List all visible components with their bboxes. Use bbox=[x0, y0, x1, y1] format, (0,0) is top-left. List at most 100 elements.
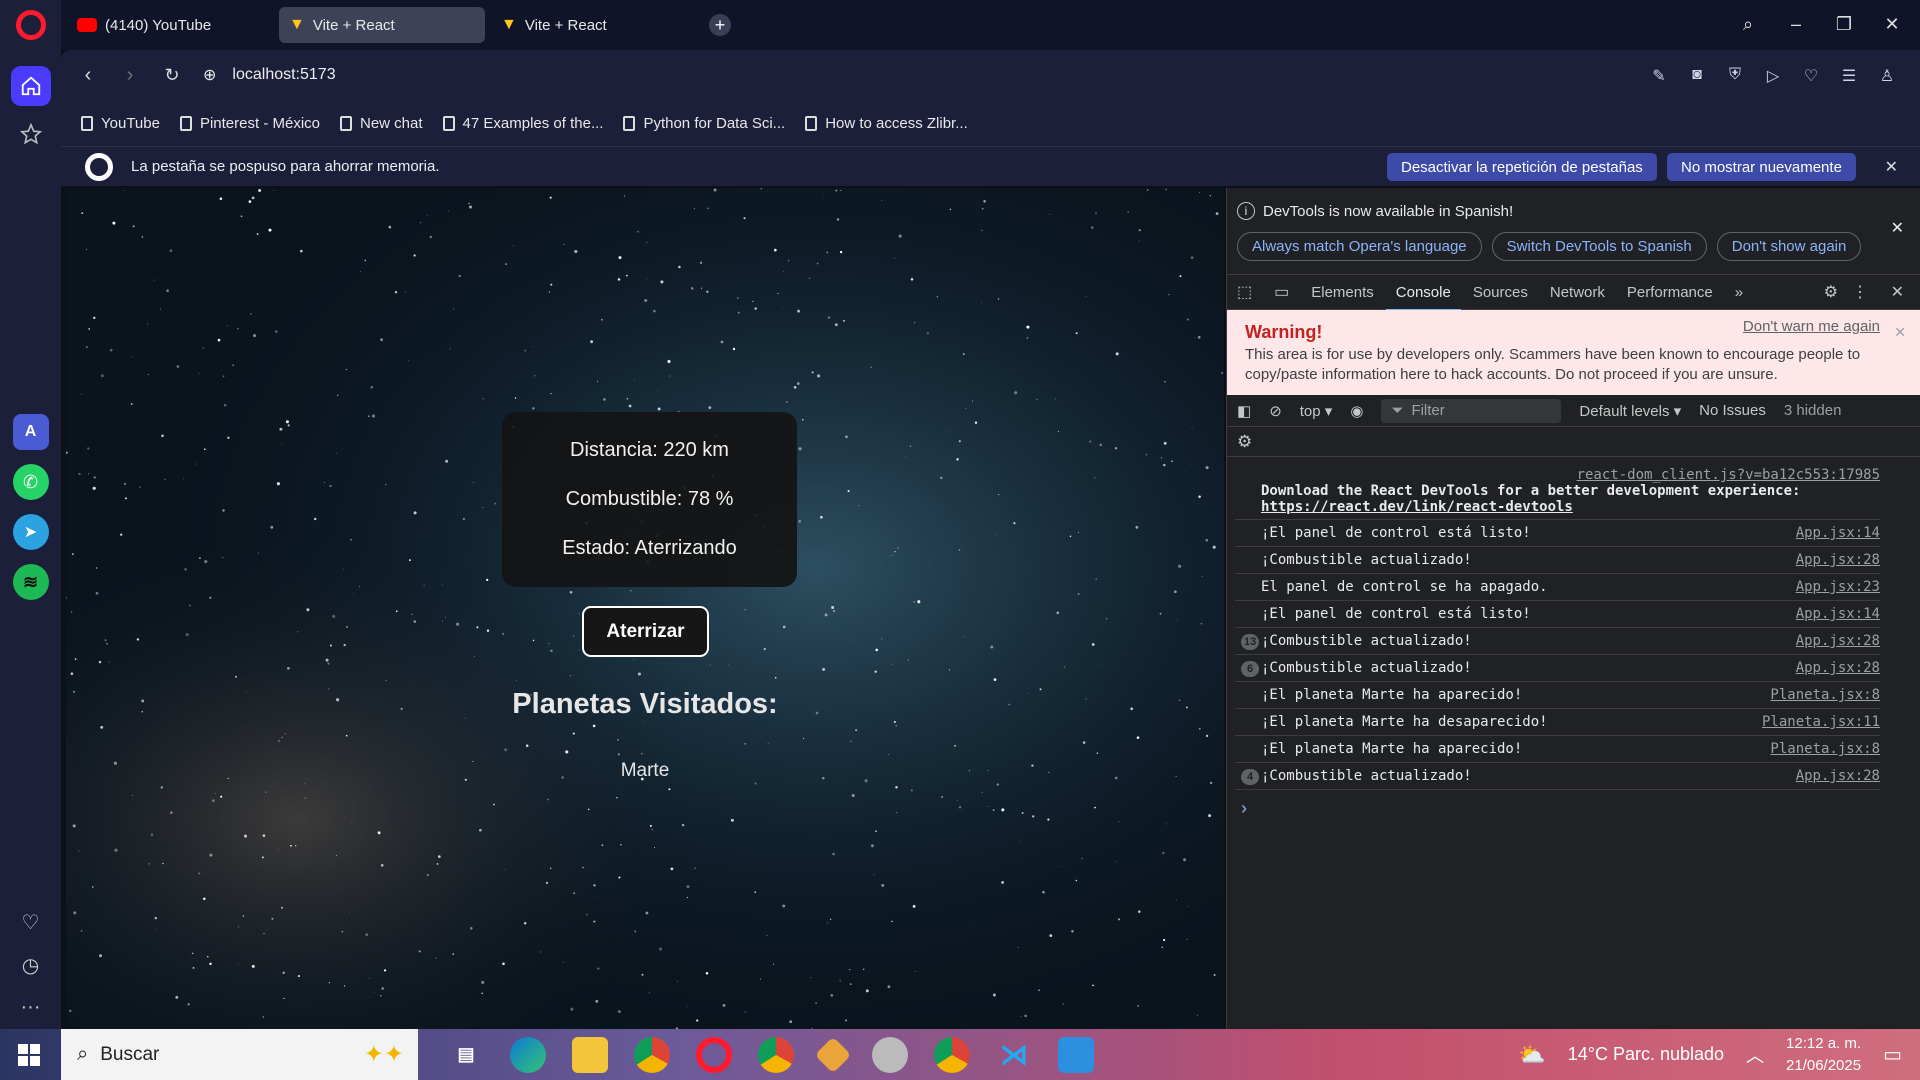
dont-show-again-button[interactable]: Don't show again bbox=[1716, 232, 1862, 261]
device-toggle-icon[interactable]: ▭ bbox=[1274, 282, 1289, 302]
file-explorer-icon[interactable] bbox=[572, 1036, 608, 1073]
history-icon[interactable]: ◷ bbox=[22, 953, 39, 978]
log-source-link[interactable]: App.jsx:14 bbox=[1796, 525, 1880, 541]
console-prompt[interactable]: › bbox=[1235, 790, 1880, 819]
task-view-icon[interactable]: ▤ bbox=[448, 1037, 484, 1073]
clock-date: 21/06/2025 bbox=[1786, 1056, 1862, 1074]
windows-start-icon[interactable] bbox=[18, 1044, 40, 1066]
opera-logo-icon[interactable] bbox=[15, 10, 46, 40]
edit-icon[interactable]: ✎ bbox=[1650, 66, 1668, 85]
console-settings-icon[interactable]: ⚙ bbox=[1237, 432, 1252, 452]
filter-input[interactable]: ⏷ Filter bbox=[1381, 398, 1562, 423]
minimize-icon[interactable]: – bbox=[1786, 14, 1806, 35]
log-source-link[interactable]: Planeta.jsx:8 bbox=[1770, 741, 1880, 757]
tab-vite[interactable]: ▼ Vite + React bbox=[491, 7, 697, 43]
search-tabs-icon[interactable]: ⌕ bbox=[1738, 14, 1758, 35]
play-icon[interactable]: ▷ bbox=[1764, 66, 1782, 85]
land-button[interactable]: Aterrizar bbox=[582, 606, 709, 657]
heart-icon[interactable]: ♡ bbox=[22, 910, 40, 935]
dont-show-again-button[interactable]: No mostrar nuevamente bbox=[1667, 153, 1856, 181]
edge-icon[interactable] bbox=[510, 1036, 546, 1073]
camera-icon[interactable]: ◙ bbox=[1688, 66, 1706, 84]
log-levels-select[interactable]: Default levels ▾ bbox=[1579, 402, 1681, 420]
switch-spanish-button[interactable]: Switch DevTools to Spanish bbox=[1491, 232, 1707, 261]
log-source-link[interactable]: App.jsx:28 bbox=[1796, 660, 1880, 676]
back-icon[interactable]: ‹ bbox=[73, 60, 103, 90]
kebab-menu-icon[interactable]: ⋮ bbox=[1852, 282, 1868, 302]
chrome-profile-a-icon[interactable] bbox=[934, 1036, 970, 1073]
log-source-link[interactable]: App.jsx:28 bbox=[1796, 633, 1880, 649]
git-app-icon[interactable] bbox=[814, 1036, 852, 1073]
clock[interactable]: 12:12 a. m. 21/06/2025 bbox=[1786, 1033, 1861, 1077]
disable-tab-snooze-button[interactable]: Desactivar la repetición de pestañas bbox=[1387, 153, 1657, 181]
vscode-icon[interactable]: ⋊ bbox=[996, 1037, 1032, 1073]
spotify-icon[interactable]: ≋ bbox=[12, 564, 49, 600]
log-source[interactable]: react-dom_client.js?v=ba12c553:17985 bbox=[1261, 467, 1880, 483]
bookmark-item[interactable]: Pinterest - México bbox=[179, 115, 320, 132]
log-source-link[interactable]: Planeta.jsx:11 bbox=[1762, 714, 1880, 730]
azure-icon[interactable] bbox=[1058, 1036, 1094, 1073]
chrome-icon[interactable] bbox=[634, 1036, 670, 1073]
inspect-icon[interactable]: ⬚ bbox=[1237, 282, 1252, 302]
search-placeholder: Buscar bbox=[100, 1043, 160, 1065]
context-select[interactable]: top ▾ bbox=[1300, 402, 1333, 420]
log-source-link[interactable]: Planeta.jsx:8 bbox=[1770, 687, 1880, 703]
forward-icon[interactable]: › bbox=[115, 60, 145, 90]
issues-button[interactable]: No Issues bbox=[1699, 402, 1766, 419]
log-entry-react-devtools: react-dom_client.js?v=ba12c553:17985 Dow… bbox=[1235, 457, 1880, 520]
log-source-link[interactable]: App.jsx:14 bbox=[1796, 606, 1880, 622]
bookmark-item[interactable]: How to access Zlibr... bbox=[805, 115, 968, 132]
clear-console-icon[interactable]: ⊘ bbox=[1269, 402, 1282, 420]
menu-icon[interactable]: ☰ bbox=[1840, 66, 1858, 85]
react-devtools-link[interactable]: https://react.dev/link/react-devtools bbox=[1261, 499, 1880, 515]
tab-performance[interactable]: Performance bbox=[1627, 275, 1713, 310]
chrome-profile-icon[interactable] bbox=[758, 1036, 794, 1073]
taskbar-search[interactable]: ⌕ Buscar ✦✦ bbox=[61, 1029, 418, 1080]
bookmark-item[interactable]: Python for Data Sci... bbox=[623, 115, 785, 132]
eye-icon[interactable]: ◉ bbox=[1350, 402, 1363, 420]
close-icon[interactable]: ✕ bbox=[1894, 324, 1906, 341]
repeat-count-badge: 6 bbox=[1241, 661, 1259, 677]
close-icon[interactable]: ✕ bbox=[1891, 218, 1904, 238]
reload-icon[interactable]: ↻ bbox=[157, 60, 187, 90]
sidebar-toggle-icon[interactable]: ◧ bbox=[1237, 402, 1251, 420]
home-icon[interactable] bbox=[10, 66, 51, 106]
weather-text[interactable]: 14°C Parc. nublado bbox=[1568, 1044, 1724, 1065]
maximize-icon[interactable]: ❐ bbox=[1834, 14, 1854, 35]
notifications-icon[interactable]: ▭ bbox=[1883, 1042, 1902, 1067]
log-source-link[interactable]: App.jsx:23 bbox=[1796, 579, 1880, 595]
url-field[interactable]: ⊕ localhost:5173 bbox=[203, 65, 336, 85]
close-icon[interactable]: ✕ bbox=[1885, 157, 1898, 177]
bookmark-item[interactable]: 47 Examples of the... bbox=[442, 115, 603, 132]
log-source-link[interactable]: App.jsx:28 bbox=[1796, 552, 1880, 568]
log-source-link[interactable]: react-dom_client.js?v=ba12c553:17985 bbox=[1577, 467, 1880, 483]
bookmark-item[interactable]: YouTube bbox=[81, 115, 160, 132]
shield-icon[interactable]: ⛨ bbox=[1726, 66, 1744, 84]
more-tabs-icon[interactable]: » bbox=[1735, 284, 1743, 301]
log-source-link[interactable]: App.jsx:28 bbox=[1796, 768, 1880, 784]
star-icon[interactable] bbox=[11, 114, 51, 154]
settings-gear-icon[interactable]: ⚙ bbox=[1824, 282, 1838, 302]
weather-icon[interactable]: ⛅ bbox=[1518, 1042, 1545, 1068]
match-language-button[interactable]: Always match Opera's language bbox=[1237, 232, 1482, 261]
tab-network[interactable]: Network bbox=[1550, 275, 1605, 310]
opera-icon[interactable] bbox=[696, 1036, 732, 1073]
tab-sources[interactable]: Sources bbox=[1473, 275, 1528, 310]
aria-icon[interactable]: A bbox=[12, 414, 49, 450]
profile-icon[interactable]: ♙ bbox=[1878, 66, 1896, 85]
heart-icon[interactable]: ♡ bbox=[1802, 66, 1820, 85]
disk-app-icon[interactable] bbox=[872, 1036, 908, 1073]
tab-vite-active[interactable]: ▼ Vite + React bbox=[279, 7, 485, 43]
new-tab-button[interactable]: + bbox=[709, 14, 731, 36]
telegram-icon[interactable]: ➤ bbox=[12, 514, 49, 550]
close-window-icon[interactable]: ✕ bbox=[1882, 14, 1902, 35]
chevron-up-icon[interactable]: ︿ bbox=[1746, 1042, 1764, 1068]
close-devtools-icon[interactable]: ✕ bbox=[1891, 282, 1904, 302]
whatsapp-icon[interactable]: ✆ bbox=[12, 464, 49, 500]
tab-console[interactable]: Console bbox=[1385, 275, 1461, 311]
more-icon[interactable]: ··· bbox=[21, 996, 41, 1019]
tab-elements[interactable]: Elements bbox=[1311, 275, 1374, 310]
dont-warn-link[interactable]: Don't warn me again bbox=[1743, 318, 1880, 335]
tab-youtube[interactable]: (4140) YouTube bbox=[67, 7, 273, 43]
bookmark-item[interactable]: New chat bbox=[340, 115, 423, 132]
